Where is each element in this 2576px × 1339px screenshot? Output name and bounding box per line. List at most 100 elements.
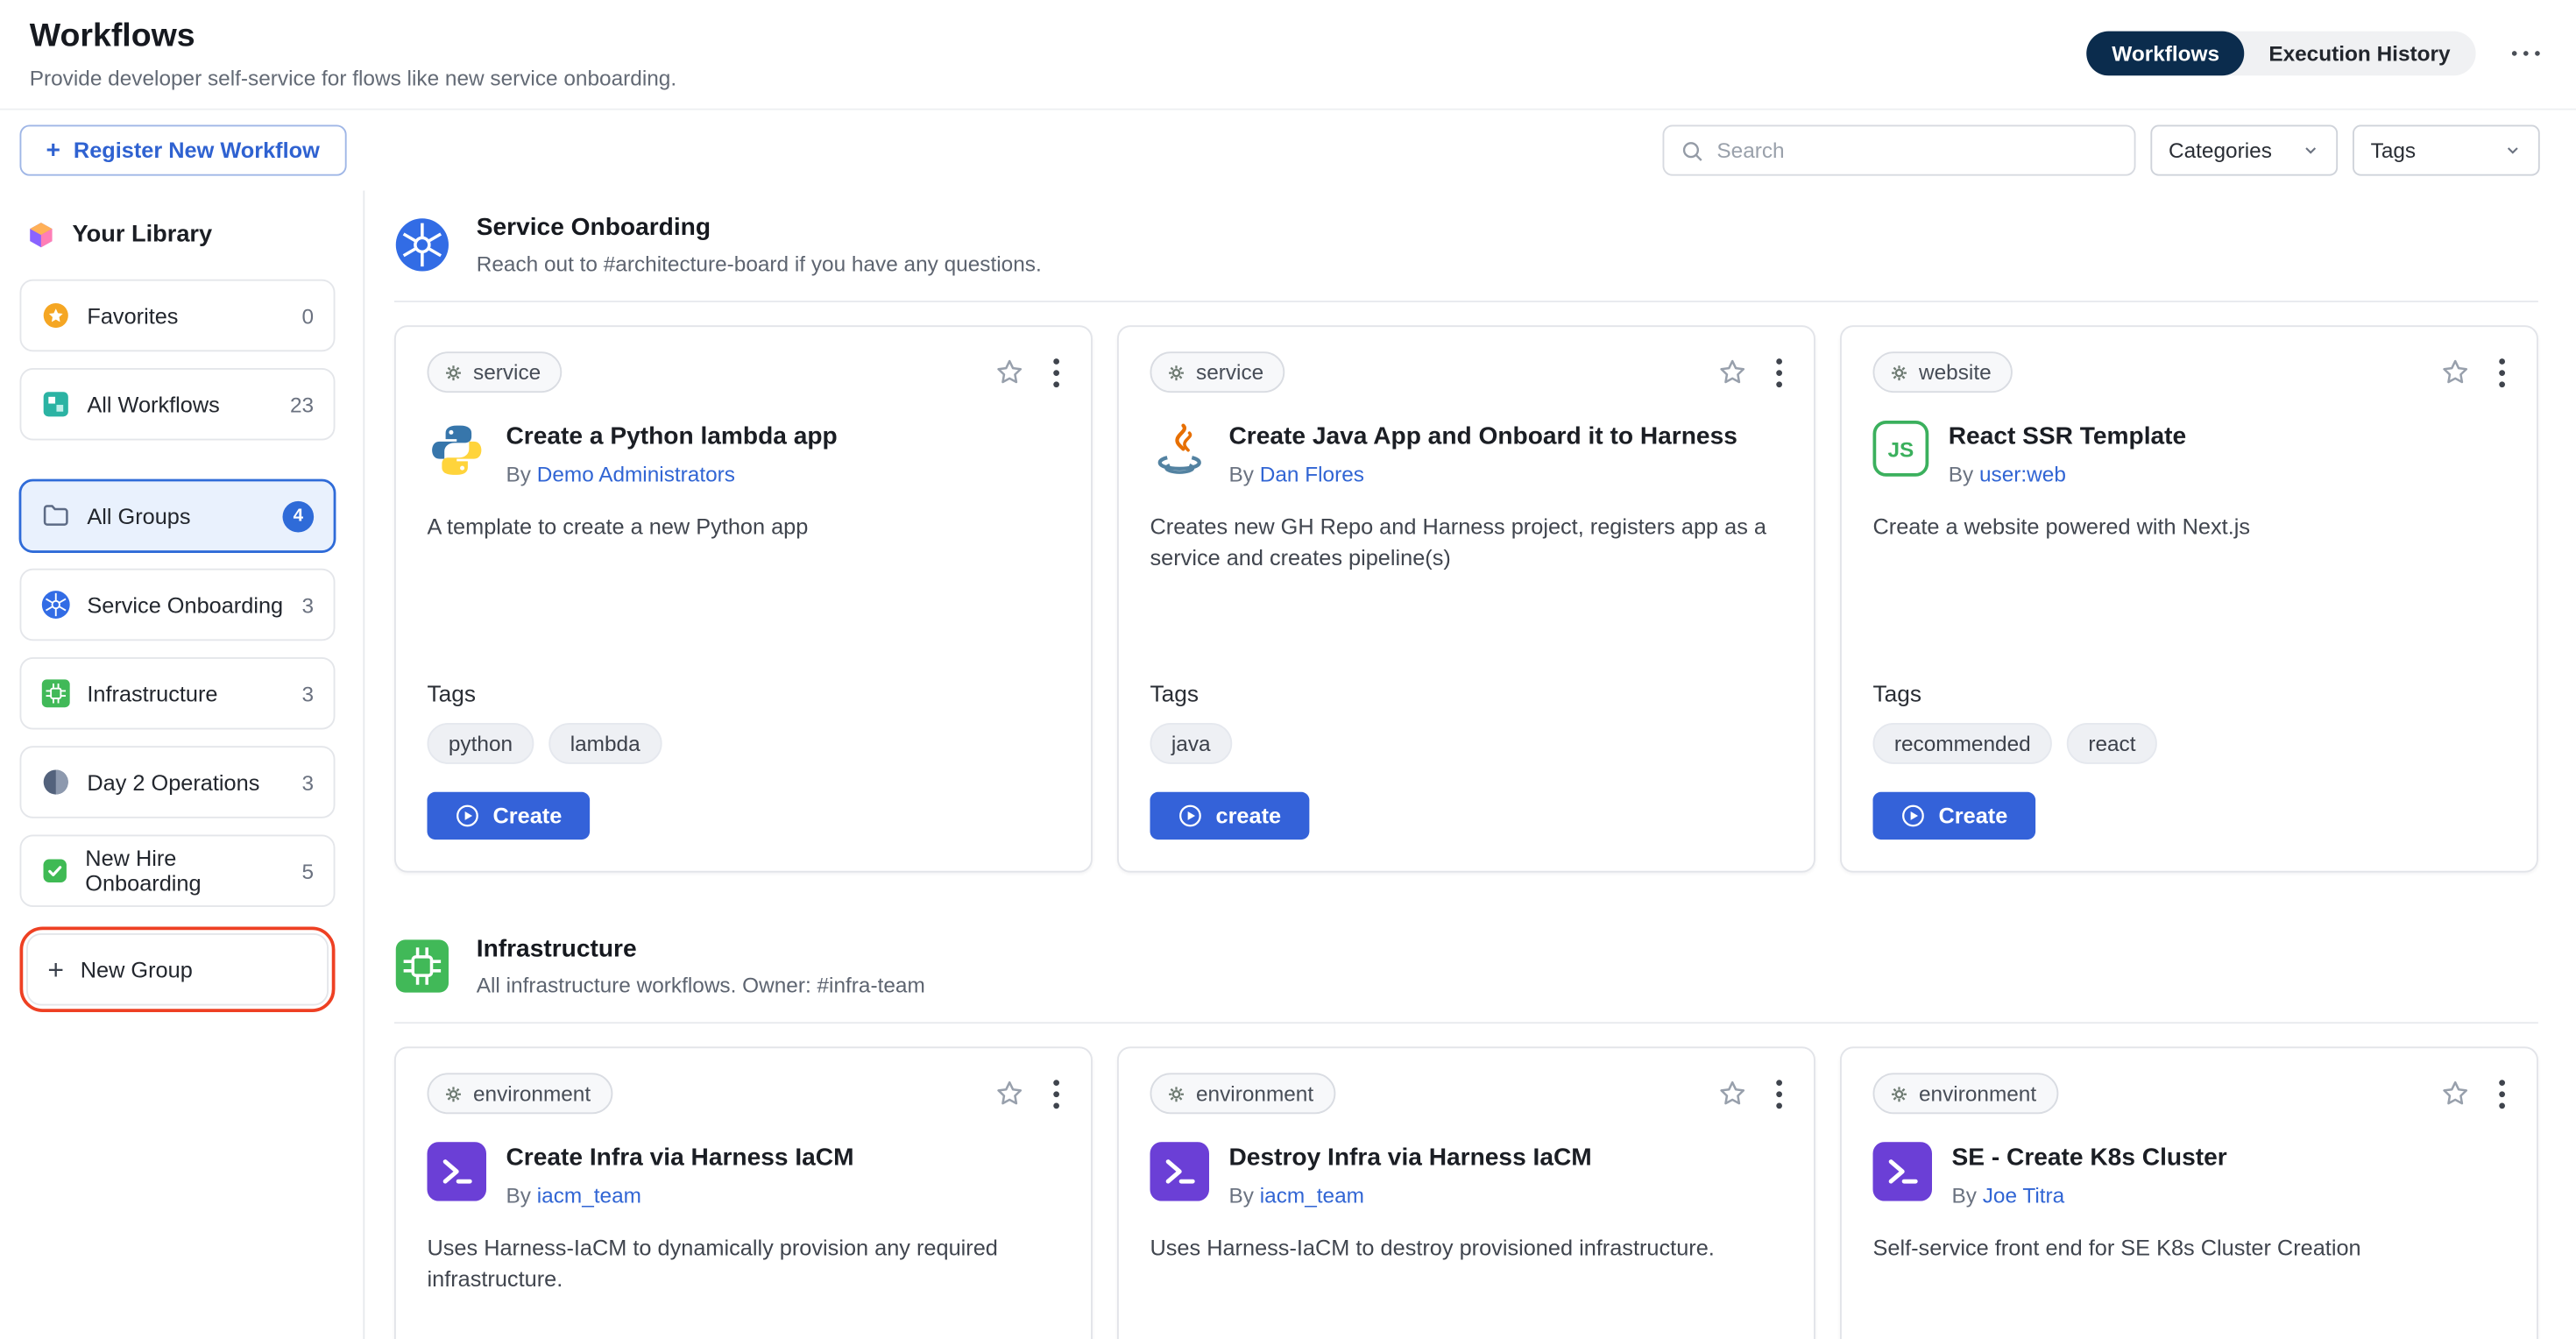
section-title: Infrastructure bbox=[477, 935, 925, 963]
chevron-down-icon bbox=[2504, 141, 2523, 159]
tags-dropdown-label: Tags bbox=[2371, 138, 2417, 163]
play-icon bbox=[1900, 804, 1925, 828]
register-new-workflow-label: Register New Workflow bbox=[74, 138, 320, 163]
owner-link[interactable]: iacm_team bbox=[537, 1182, 641, 1207]
item-count-badge: 4 bbox=[283, 500, 315, 532]
kubernetes-icon bbox=[394, 217, 450, 273]
categories-dropdown[interactable]: Categories bbox=[2150, 125, 2338, 176]
section-titles: Service Onboarding Reach out to #archite… bbox=[477, 214, 1042, 276]
create-button[interactable]: create bbox=[1150, 792, 1309, 840]
page-title: Workflows bbox=[30, 18, 676, 56]
sidebar-item-all-workflows[interactable]: All Workflows 23 bbox=[20, 368, 336, 441]
card-byline: By user:web bbox=[1949, 461, 2186, 485]
owner-link[interactable]: Demo Administrators bbox=[537, 461, 735, 485]
tab-execution-history[interactable]: Execution History bbox=[2244, 32, 2474, 76]
tag-chip: react bbox=[2067, 723, 2157, 764]
page-subtitle: Provide developer self-service for flows… bbox=[30, 66, 676, 90]
your-library-header: Your Library bbox=[20, 201, 336, 280]
category-chip: environment bbox=[1873, 1073, 2058, 1114]
library-cube-icon bbox=[26, 220, 56, 250]
owner-link[interactable]: user:web bbox=[1979, 461, 2066, 485]
tags-row: recommended react bbox=[1873, 723, 2506, 764]
card-description: Uses Harness-IaCM to dynamically provisi… bbox=[428, 1231, 1060, 1295]
kebab-menu-icon[interactable] bbox=[1776, 1079, 1783, 1109]
sidebar-item-new-hire-onboarding[interactable]: New Hire Onboarding 5 bbox=[20, 835, 336, 908]
python-logo-icon bbox=[428, 421, 487, 480]
tags-row: python lambda bbox=[428, 723, 1060, 764]
card-description: Self-service front end for SE K8s Cluste… bbox=[1873, 1231, 2506, 1264]
card-byline: By iacm_team bbox=[1229, 1182, 1592, 1207]
item-count: 3 bbox=[302, 592, 315, 617]
favorite-star-icon[interactable] bbox=[994, 357, 1025, 388]
sidebar-item-label: All Groups bbox=[87, 504, 190, 528]
gear-icon bbox=[443, 362, 464, 382]
favorite-star-icon[interactable] bbox=[1716, 357, 1748, 388]
infrastructure-icon bbox=[41, 678, 71, 708]
tab-workflows[interactable]: Workflows bbox=[2087, 32, 2244, 76]
kebab-menu-icon[interactable] bbox=[1053, 358, 1060, 387]
kebab-menu-icon[interactable] bbox=[1776, 358, 1783, 387]
your-library-label: Your Library bbox=[73, 222, 213, 248]
search-box bbox=[1663, 125, 2136, 176]
create-button[interactable]: Create bbox=[1873, 792, 2036, 840]
card-description: Uses Harness-IaCM to destroy provisioned… bbox=[1150, 1231, 1783, 1264]
new-group-button[interactable]: + New Group bbox=[26, 933, 329, 1006]
owner-link[interactable]: iacm_team bbox=[1260, 1182, 1364, 1207]
create-button-label: Create bbox=[1939, 804, 2008, 828]
create-button[interactable]: Create bbox=[428, 792, 591, 840]
card-byline: By iacm_team bbox=[506, 1182, 854, 1207]
kebab-menu-icon[interactable] bbox=[2499, 358, 2506, 387]
search-input[interactable] bbox=[1716, 138, 2118, 163]
iacm-logo-icon bbox=[1873, 1142, 1933, 1201]
sidebar-item-favorites[interactable]: Favorites 0 bbox=[20, 280, 336, 352]
card-description: Create a website powered with Next.js bbox=[1873, 510, 2506, 542]
sidebar-item-label: Favorites bbox=[87, 303, 178, 328]
card-description: A template to create a new Python app bbox=[428, 510, 1060, 542]
sidebar-item-infrastructure[interactable]: Infrastructure 3 bbox=[20, 657, 336, 730]
chip-label: service bbox=[473, 360, 541, 385]
kebab-menu-icon[interactable] bbox=[1053, 1079, 1060, 1109]
favorite-star-icon[interactable] bbox=[1716, 1078, 1748, 1109]
owner-link[interactable]: Dan Flores bbox=[1260, 461, 1364, 485]
register-new-workflow-button[interactable]: + Register New Workflow bbox=[20, 125, 346, 176]
card-byline: By Dan Flores bbox=[1229, 461, 1737, 485]
section-subtitle: All infrastructure workflows. Owner: #in… bbox=[477, 973, 925, 997]
more-options-icon[interactable] bbox=[2508, 40, 2543, 66]
tags-label: Tags bbox=[1873, 654, 2506, 706]
toolbar-filters: Categories Tags bbox=[1663, 125, 2540, 176]
create-button-label: Create bbox=[493, 804, 563, 828]
gear-icon bbox=[1166, 362, 1186, 382]
kebab-menu-icon[interactable] bbox=[2499, 1079, 2506, 1109]
owner-link[interactable]: Joe Titra bbox=[1983, 1182, 2064, 1207]
sidebar-item-day2-operations[interactable]: Day 2 Operations 3 bbox=[20, 746, 336, 818]
sidebar-item-service-onboarding[interactable]: Service Onboarding 3 bbox=[20, 569, 336, 641]
card-title: SE - Create K8s Cluster bbox=[1952, 1142, 2227, 1174]
by-label: By bbox=[1949, 461, 1973, 485]
section-divider bbox=[394, 301, 2538, 302]
plus-icon: + bbox=[46, 138, 60, 163]
card-title: Create a Python lambda app bbox=[506, 421, 838, 453]
workflow-card-react-ssr: website JS React SSR Template By u bbox=[1840, 325, 2538, 872]
chip-label: environment bbox=[1196, 1081, 1313, 1106]
sidebar-item-all-groups[interactable]: All Groups 4 bbox=[20, 480, 336, 553]
gear-icon bbox=[443, 1084, 464, 1104]
page-body: Your Library Favorites 0 All Workflows 2… bbox=[0, 191, 2576, 1339]
card-description: Creates new GH Repo and Harness project,… bbox=[1150, 510, 1783, 574]
view-toggle: Workflows Execution History bbox=[2087, 32, 2475, 76]
card-title: Create Java App and Onboard it to Harnes… bbox=[1229, 421, 1737, 453]
favorite-star-icon[interactable] bbox=[2439, 357, 2471, 388]
chip-label: environment bbox=[473, 1081, 591, 1106]
iacm-logo-icon bbox=[1150, 1142, 1210, 1201]
tags-dropdown[interactable]: Tags bbox=[2353, 125, 2540, 176]
favorite-star-icon[interactable] bbox=[2439, 1078, 2471, 1109]
tags-row: java bbox=[1150, 723, 1783, 764]
card-byline: By Demo Administrators bbox=[506, 461, 838, 485]
search-icon bbox=[1681, 138, 1703, 161]
item-count: 0 bbox=[302, 303, 315, 328]
category-chip: service bbox=[428, 351, 563, 393]
by-label: By bbox=[1229, 461, 1254, 485]
favorite-star-icon[interactable] bbox=[994, 1078, 1025, 1109]
by-label: By bbox=[1952, 1182, 1977, 1207]
item-count: 3 bbox=[302, 681, 315, 705]
cards-row: service Create a Python lambda app bbox=[394, 325, 2538, 872]
